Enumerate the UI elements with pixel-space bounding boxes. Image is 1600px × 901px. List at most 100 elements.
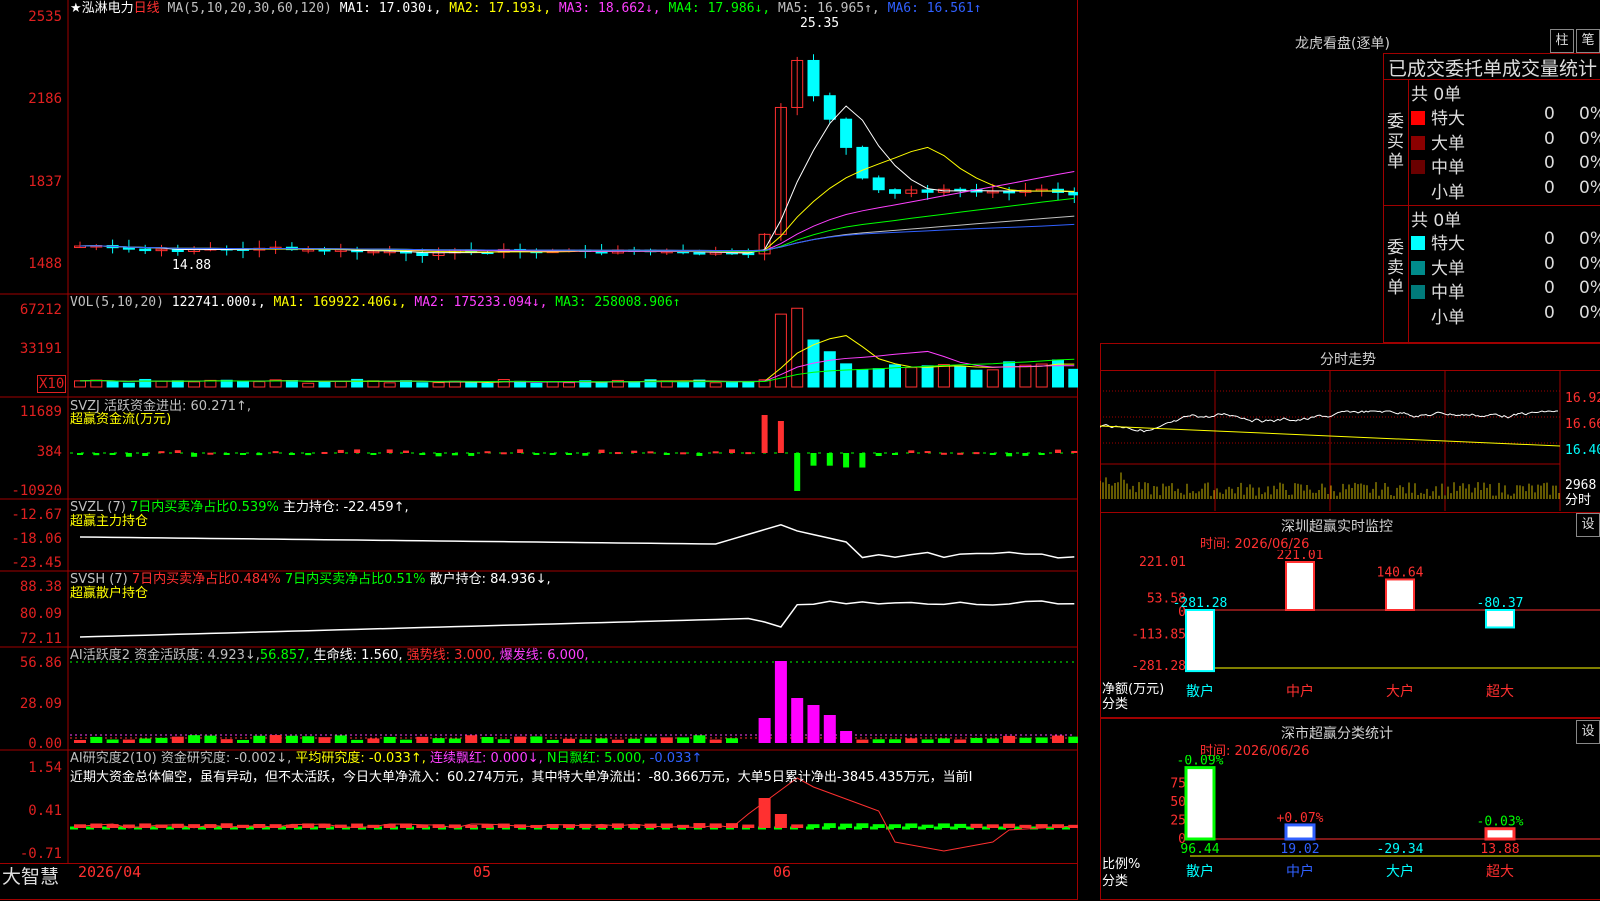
y-tick: 50 (1170, 795, 1186, 810)
ratio-value-label: -29.34 (1377, 842, 1424, 857)
y-tick: -12.67 (11, 507, 62, 523)
buy-order-count: 0 (1544, 104, 1555, 124)
buy-order-row: 中单 0 0% (1411, 153, 1600, 178)
money-flow-bar (696, 453, 703, 456)
volume-bar (497, 379, 510, 388)
volume-bar (416, 382, 429, 388)
ai-active-label5: 爆发线: 6.000, (499, 648, 589, 663)
volume-bar (106, 381, 119, 388)
research-bar (970, 823, 983, 828)
sell-order-name: 小单 (1431, 307, 1465, 328)
activity-bar (514, 736, 527, 743)
ai-research-label5: -0.033↑ (649, 751, 703, 766)
sz-monitor-settings-button[interactable]: 设 (1576, 513, 1600, 537)
y-tick: 2535 (28, 9, 62, 25)
research-bar (595, 824, 608, 828)
color-swatch (1411, 236, 1425, 250)
bar-mode-button[interactable]: 柱 (1550, 29, 1574, 53)
money-flow-bar (1071, 450, 1078, 453)
candlestick-chart[interactable] (0, 0, 1078, 295)
ai-research-chart[interactable] (0, 751, 1078, 863)
volume-bar (432, 382, 445, 388)
sell-order-name: 大单 (1431, 258, 1465, 279)
sz-class-chart[interactable]: 7550250-0.09%96.44散户+0.07%19.02中户-29.34大… (1100, 755, 1600, 900)
y-tick: 1837 (28, 174, 62, 190)
money-flow-bar (614, 452, 621, 455)
color-swatch (1411, 111, 1425, 125)
money-flow-bar (582, 453, 589, 456)
activity-bar (758, 718, 771, 743)
vol-header: VOL(5,10,20) 122741.000↓, MA1: 169922.40… (70, 295, 681, 310)
sell-order-count: 0 (1544, 253, 1555, 274)
volume-bar (465, 381, 478, 388)
activity-bar (253, 735, 266, 743)
activity-bar (139, 738, 152, 743)
volume-bar (872, 368, 885, 388)
bar-value-label: 221.01 (1277, 550, 1324, 563)
activity-bar (1035, 737, 1048, 743)
stock-name[interactable]: ★泓淋电力 (70, 1, 134, 16)
change-label: -0.03% (1477, 815, 1524, 830)
activity-bar (856, 739, 869, 743)
activity-bar (807, 705, 820, 743)
activity-bar (791, 698, 804, 743)
activity-bar (269, 735, 282, 743)
volume-bar (253, 381, 266, 388)
research-bar (937, 823, 950, 828)
activity-bar (318, 737, 331, 743)
y-tick: -113.85 (1131, 628, 1186, 643)
ai-research-label4: N日飘红: 5.000, (546, 751, 646, 766)
money-flow-bar (1006, 453, 1013, 457)
tick-mode-button[interactable]: 笔 (1576, 29, 1600, 53)
activity-bar (872, 739, 885, 743)
sz-class-settings-button[interactable]: 设 (1576, 720, 1600, 744)
money-flow-bar (288, 453, 295, 455)
main-chart-header: ★泓淋电力日线 MA(5,10,20,30,60,120) MA1: 17.03… (70, 1, 982, 16)
y-tick: 0.00 (28, 736, 62, 752)
research-bar (954, 823, 967, 828)
sell-order-pct: 0% (1579, 229, 1600, 249)
y-tick: 28.09 (19, 696, 62, 712)
money-flow-bar (794, 453, 801, 491)
activity-bar (921, 739, 934, 743)
activity-bar (840, 731, 853, 743)
period-label[interactable]: 日线 (134, 1, 160, 16)
sell-order-row: 中单 0 0% (1411, 278, 1600, 303)
activity-bar (954, 739, 967, 743)
sz-monitor-chart[interactable]: 221.0153.580-113.85-281.28-281.28散户221.0… (1100, 550, 1600, 718)
activity-bar (937, 738, 950, 743)
intraday-chart[interactable] (1100, 371, 1600, 511)
vol-unit: X10 (37, 375, 67, 393)
money-flow-bar (93, 453, 100, 456)
sell-order-count: 0 (1544, 229, 1555, 249)
activity-bar (693, 735, 706, 743)
date-label: 05 (473, 863, 492, 881)
activity-bar (726, 738, 738, 743)
color-swatch (1411, 184, 1425, 199)
volume-bar (188, 381, 201, 388)
sell-order-row: 小单 0 0% (1411, 303, 1600, 328)
activity-bar (889, 739, 901, 743)
volume-bar (1068, 368, 1078, 388)
retail-line (79, 600, 1075, 638)
color-swatch (1411, 160, 1425, 174)
volume-bar (285, 380, 298, 388)
activity-bar (644, 737, 657, 743)
money-flow-bar (549, 453, 556, 455)
research-bar (872, 824, 885, 828)
volume-bar (74, 380, 86, 388)
research-bar (905, 823, 918, 828)
svzl-label2: 7日内买卖净占比0.539% (129, 500, 279, 515)
ai-activity-chart[interactable] (0, 648, 1078, 751)
activity-bar (285, 735, 298, 743)
money-flow-bar (305, 453, 312, 456)
date-axis (0, 863, 1078, 901)
ai-active-header: AI活跃度2 资金活跃度: 4.923↓,56.857, 生命线: 1.560,… (70, 648, 589, 663)
money-flow-bar (777, 421, 784, 453)
research-bar (1003, 823, 1016, 828)
research-bar (986, 824, 999, 828)
sz-monitor-ylabel: 净额(万元) (1102, 682, 1165, 697)
money-flow-bar (566, 453, 572, 455)
date-label: 2026/04 (78, 863, 142, 881)
svzl-label1: SVZL (7) (70, 500, 126, 515)
